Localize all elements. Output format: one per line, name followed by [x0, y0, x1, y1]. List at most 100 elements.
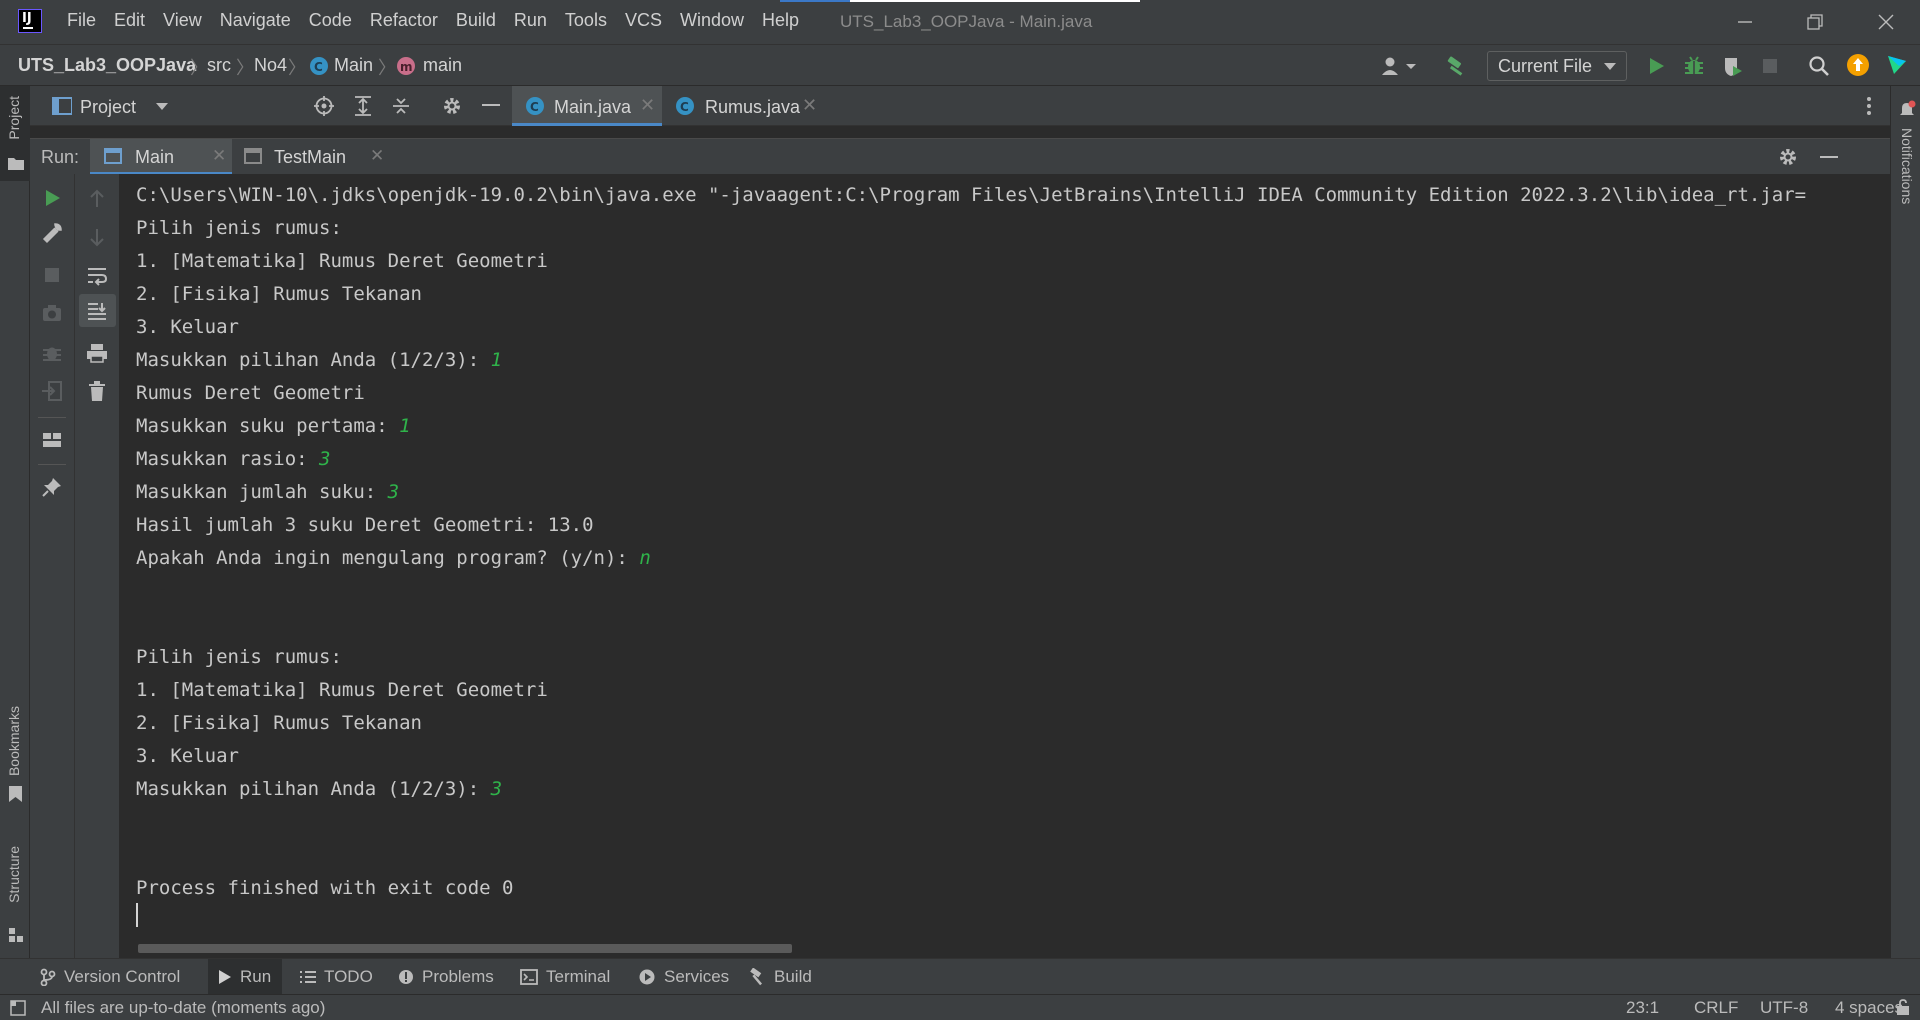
- breadcrumb-method[interactable]: main: [423, 55, 462, 76]
- tool-build[interactable]: Build: [748, 959, 828, 995]
- hammer-icon: [750, 968, 763, 986]
- horizontal-scrollbar[interactable]: [138, 944, 792, 953]
- collapse-all-icon[interactable]: [392, 96, 410, 116]
- print-icon[interactable]: [86, 342, 108, 364]
- locate-icon[interactable]: [314, 96, 334, 116]
- layout-icon[interactable]: [41, 429, 63, 451]
- close-tab-icon[interactable]: ✕: [370, 146, 384, 166]
- minimize-button[interactable]: [1733, 10, 1757, 34]
- breadcrumb-class[interactable]: Main: [334, 55, 373, 76]
- line-separator[interactable]: CRLF: [1694, 998, 1738, 1018]
- rerun-icon[interactable]: [41, 187, 63, 209]
- expand-all-icon[interactable]: [354, 96, 372, 116]
- breadcrumb-project[interactable]: UTS_Lab3_OOPJava: [18, 55, 196, 76]
- svg-text:C: C: [530, 100, 539, 114]
- tool-todo[interactable]: TODO: [300, 959, 380, 995]
- svg-text:m: m: [400, 60, 413, 74]
- gear-icon[interactable]: [442, 96, 462, 116]
- more-options-icon[interactable]: [1866, 96, 1872, 116]
- tool-version-control[interactable]: Version Control: [40, 959, 190, 995]
- hide-panel-icon[interactable]: [482, 104, 500, 108]
- camera-icon[interactable]: [41, 302, 63, 324]
- editor-area[interactable]: [30, 126, 1890, 138]
- hide-panel-icon[interactable]: [1820, 156, 1838, 160]
- pin-icon[interactable]: [41, 476, 63, 498]
- menu-view[interactable]: View: [163, 10, 202, 34]
- notifications-tool-button[interactable]: Notifications: [1891, 86, 1920, 226]
- console-line-text: Masukkan suku pertama:: [136, 415, 400, 437]
- project-tool-button[interactable]: Project: [0, 86, 30, 181]
- chevron-down-icon[interactable]: [156, 103, 168, 111]
- menu-edit[interactable]: Edit: [114, 10, 145, 34]
- login-icon[interactable]: [41, 380, 63, 402]
- caret-position[interactable]: 23:1: [1626, 998, 1659, 1018]
- update-icon[interactable]: [1846, 53, 1870, 77]
- console-line-text: Pilih jenis rumus:: [136, 646, 342, 668]
- file-encoding[interactable]: UTF-8: [1760, 998, 1808, 1018]
- structure-icon: [9, 928, 23, 942]
- scroll-to-end-button[interactable]: [79, 294, 116, 327]
- intellij-logo-icon[interactable]: IJ: [18, 9, 42, 33]
- menu-tools[interactable]: Tools: [565, 10, 607, 34]
- toggle-tool-windows-icon[interactable]: [10, 1000, 26, 1016]
- tool-run[interactable]: Run: [208, 959, 282, 995]
- tool-problems[interactable]: Problems: [398, 959, 508, 995]
- tool-label: TODO: [324, 967, 373, 986]
- tab-rumus-java[interactable]: C Rumus.java ✕: [662, 86, 817, 126]
- arrow-down-icon[interactable]: [86, 226, 108, 248]
- folder-icon: [8, 158, 24, 170]
- close-tab-icon[interactable]: ✕: [802, 95, 817, 116]
- run-tab-testmain[interactable]: TestMain ✕: [232, 139, 384, 175]
- lock-icon[interactable]: [1896, 999, 1910, 1016]
- close-tab-icon[interactable]: ✕: [640, 95, 655, 116]
- vcs-user-icon[interactable]: [1380, 55, 1420, 77]
- bookmark-icon: [9, 786, 22, 802]
- close-tab-icon[interactable]: ✕: [212, 146, 226, 166]
- breadcrumb-package[interactable]: No4: [254, 55, 287, 76]
- menu-build[interactable]: Build: [456, 10, 496, 34]
- close-window-button[interactable]: [1874, 10, 1898, 34]
- coverage-icon[interactable]: [1720, 54, 1744, 78]
- gear-icon[interactable]: [1778, 147, 1798, 167]
- trash-icon[interactable]: [86, 380, 108, 402]
- console-output[interactable]: C:\Users\WIN-10\.jdks\openjdk-19.0.2\bin…: [120, 174, 1888, 958]
- build-hammer-icon[interactable]: [1444, 54, 1468, 78]
- project-panel-title[interactable]: Project: [80, 97, 136, 118]
- title-accent-line-blue: [780, 0, 850, 2]
- soft-wrap-icon[interactable]: [86, 264, 108, 286]
- arrow-up-icon[interactable]: [86, 188, 108, 210]
- bell-icon: [1900, 100, 1916, 115]
- menu-run[interactable]: Run: [514, 10, 547, 34]
- menu-help[interactable]: Help: [762, 10, 799, 34]
- menu-navigate[interactable]: Navigate: [220, 10, 291, 34]
- console-line-text: Masukkan pilihan Anda (1/2/3):: [136, 349, 491, 371]
- tab-main-java[interactable]: C Main.java ✕: [512, 86, 662, 126]
- list-icon: [300, 971, 316, 983]
- jetbrains-toolbox-icon[interactable]: [1885, 53, 1909, 77]
- tool-services[interactable]: Services: [638, 959, 738, 995]
- debug-icon[interactable]: [1682, 54, 1706, 78]
- menu-window[interactable]: Window: [680, 10, 744, 34]
- status-message[interactable]: All files are up-to-date (moments ago): [41, 998, 325, 1018]
- breadcrumb-src[interactable]: src: [207, 55, 231, 76]
- search-icon[interactable]: [1808, 55, 1830, 77]
- structure-tool-button[interactable]: Structure: [0, 846, 30, 946]
- tool-terminal[interactable]: Terminal: [520, 959, 620, 995]
- menu-code[interactable]: Code: [309, 10, 352, 34]
- stop-icon[interactable]: [41, 264, 63, 286]
- menu-vcs[interactable]: VCS: [625, 10, 662, 34]
- restore-button[interactable]: [1803, 10, 1827, 34]
- menu-refactor[interactable]: Refactor: [370, 10, 438, 34]
- run-tab-main[interactable]: Main ✕: [90, 139, 232, 175]
- run-configuration-dropdown[interactable]: Current File: [1487, 51, 1627, 81]
- debug-disabled-icon[interactable]: [41, 342, 63, 364]
- window-title: UTS_Lab3_OOPJava - Main.java: [840, 12, 1093, 31]
- indent-setting[interactable]: 4 spaces: [1835, 998, 1903, 1018]
- run-icon[interactable]: [1644, 54, 1668, 78]
- bookmarks-tool-button[interactable]: Bookmarks: [0, 706, 30, 806]
- wrench-icon[interactable]: [41, 222, 63, 244]
- menu-file[interactable]: File: [67, 10, 96, 34]
- stop-icon[interactable]: [1760, 56, 1780, 76]
- console-line: Apakah Anda ingin mengulang program? (y/…: [136, 542, 1806, 575]
